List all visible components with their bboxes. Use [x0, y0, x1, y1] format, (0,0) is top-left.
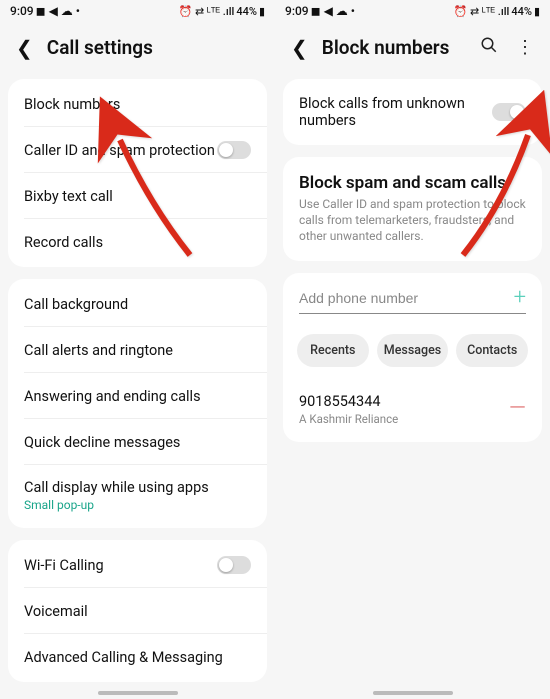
settings-group-3: Wi-Fi Calling Voicemail Advanced Calling… [8, 540, 267, 682]
card-block-unknown: Block calls from unknown numbers [283, 79, 542, 145]
chip-contacts[interactable]: Contacts [456, 334, 528, 367]
status-left-icons: ◼ ◀ ☁ • [36, 4, 80, 18]
toggle-block-unknown[interactable] [492, 103, 526, 121]
toggle-caller-id[interactable] [217, 141, 251, 159]
more-icon[interactable]: ⋮ [516, 37, 534, 58]
screen-block-numbers: 9:09 ◼ ◀ ☁ • ⏰ ⇄ ᴸᵀᴱ .ıll 44% ▮ ❮ Block … [275, 0, 550, 699]
status-right-icons: ⏰ ⇄ ᴸᵀᴱ .ıll [454, 5, 510, 18]
row-advanced-calling[interactable]: Advanced Calling & Messaging [8, 634, 267, 680]
source-chips: Recents Messages Contacts [283, 322, 542, 379]
row-label: Wi-Fi Calling [24, 557, 217, 574]
search-icon[interactable] [480, 36, 498, 59]
row-label: Quick decline messages [24, 434, 251, 451]
back-icon[interactable]: ❮ [291, 38, 308, 58]
row-wifi-calling[interactable]: Wi-Fi Calling [8, 542, 267, 588]
chip-recents[interactable]: Recents [297, 334, 369, 367]
status-battery: 44% [236, 5, 257, 18]
screen-call-settings: 9:09 ◼ ◀ ☁ • ⏰ ⇄ ᴸᵀᴱ .ıll 44% ▮ ❮ Call s… [0, 0, 275, 699]
row-voicemail[interactable]: Voicemail [8, 588, 267, 634]
row-call-display[interactable]: Call display while using apps Small pop-… [8, 465, 267, 526]
section-desc: Use Caller ID and spam protection to blo… [299, 196, 526, 245]
row-label: Block numbers [24, 96, 251, 113]
blocked-carrier: A Kashmir Reliance [299, 412, 398, 426]
row-call-background[interactable]: Call background [8, 281, 267, 327]
status-time: 9:09 [285, 4, 309, 18]
row-answering-ending[interactable]: Answering and ending calls [8, 373, 267, 419]
row-label-text: Call display while using apps [24, 479, 209, 496]
status-battery: 44% [511, 5, 532, 18]
back-icon[interactable]: ❮ [16, 38, 33, 58]
header: ❮ Call settings [0, 22, 275, 73]
add-phone-row: + [283, 275, 542, 322]
status-right-icons: ⏰ ⇄ ᴸᵀᴱ .ıll [179, 5, 235, 18]
row-label: Answering and ending calls [24, 388, 251, 405]
row-label: Voicemail [24, 603, 251, 620]
add-icon[interactable]: + [506, 287, 526, 309]
status-time: 9:09 [10, 4, 34, 18]
settings-group-1: Block numbers Caller ID and spam protect… [8, 79, 267, 267]
row-caller-id-spam[interactable]: Caller ID and spam protection [8, 127, 267, 173]
row-record-calls[interactable]: Record calls [8, 219, 267, 265]
battery-icon: ▮ [259, 5, 265, 18]
row-label: Call background [24, 296, 251, 313]
row-block-unknown[interactable]: Block calls from unknown numbers [283, 81, 542, 143]
page-title: Call settings [47, 36, 259, 59]
row-label: Bixby text call [24, 188, 251, 205]
status-left-icons: ◼ ◀ ☁ • [311, 4, 355, 18]
nav-bar[interactable] [373, 691, 453, 695]
settings-group-2: Call background Call alerts and ringtone… [8, 279, 267, 528]
page-title: Block numbers [322, 36, 466, 59]
card-block-spam: Block spam and scam calls Use Caller ID … [283, 157, 542, 261]
nav-bar[interactable] [98, 691, 178, 695]
row-quick-decline[interactable]: Quick decline messages [8, 419, 267, 465]
row-label: Record calls [24, 234, 251, 251]
section-title: Block spam and scam calls [299, 173, 506, 193]
blocked-number: 9018554344 [299, 393, 398, 410]
row-label: Call alerts and ringtone [24, 342, 251, 359]
row-label: Advanced Calling & Messaging [24, 649, 251, 666]
row-label: Block calls from unknown numbers [299, 95, 492, 129]
chip-messages[interactable]: Messages [377, 334, 449, 367]
status-bar: 9:09 ◼ ◀ ☁ • ⏰ ⇄ ᴸᵀᴱ .ıll 44% ▮ [275, 0, 550, 22]
card-add-number: + Recents Messages Contacts 9018554344 A… [283, 273, 542, 442]
blocked-row: 9018554344 A Kashmir Reliance — [283, 379, 542, 440]
row-call-alerts-ringtone[interactable]: Call alerts and ringtone [8, 327, 267, 373]
battery-icon: ▮ [534, 5, 540, 18]
header: ❮ Block numbers ⋮ [275, 22, 550, 73]
row-label: Caller ID and spam protection [24, 142, 217, 159]
row-label: Call display while using apps Small pop-… [24, 479, 251, 512]
status-bar: 9:09 ◼ ◀ ☁ • ⏰ ⇄ ᴸᵀᴱ .ıll 44% ▮ [0, 0, 275, 22]
toggle-wifi-calling[interactable] [217, 556, 251, 574]
row-bixby-text-call[interactable]: Bixby text call [8, 173, 267, 219]
row-sublabel: Small pop-up [24, 498, 251, 512]
row-block-spam[interactable]: Block spam and scam calls Use Caller ID … [283, 159, 542, 259]
remove-icon[interactable]: — [509, 398, 526, 420]
add-phone-input[interactable] [299, 290, 506, 306]
row-block-numbers[interactable]: Block numbers [8, 81, 267, 127]
